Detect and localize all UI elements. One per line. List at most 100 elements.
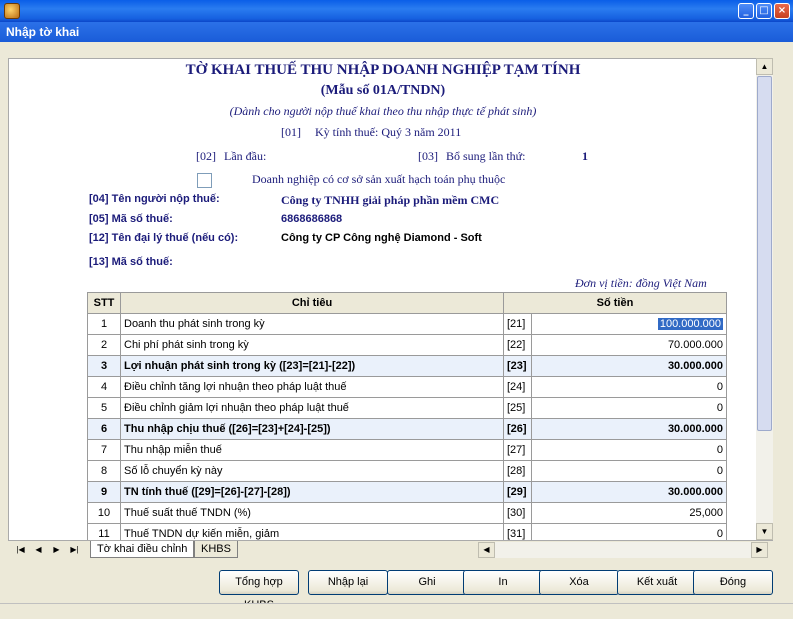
row-code: [22] — [503, 334, 532, 356]
row-stt: 8 — [87, 460, 121, 482]
row-stt: 3 — [87, 355, 121, 377]
tax-table: STT Chỉ tiêu Số tiền 1 Doanh thu phát si… — [87, 292, 727, 540]
row-amount-input[interactable]: 0 — [531, 460, 727, 482]
row-label: Thuế TNDN dự kiến miễn, giảm — [120, 523, 504, 540]
row-label: Thuế suất thuế TNDN (%) — [120, 502, 504, 524]
row-amount-input[interactable]: 0 — [531, 397, 727, 419]
row-amount-input[interactable]: 100.000.000 — [657, 318, 723, 330]
window-title: Nhập tờ khai — [0, 22, 793, 42]
delete-button[interactable]: Xóa — [539, 570, 619, 595]
row-code: [25] — [503, 397, 532, 419]
supp-value: 1 — [582, 149, 588, 163]
scroll-right-icon[interactable]: ▶ — [751, 542, 768, 558]
row-amount-value: 30.000.000 — [531, 355, 727, 377]
currency-note: Đơn vị tiền: đồng Việt Nam — [575, 276, 707, 290]
close-button[interactable]: Đóng — [693, 570, 773, 595]
row-stt: 10 — [87, 502, 121, 524]
form-number: (Mẫu số 01A/TNDN) — [320, 83, 446, 98]
supp-label: Bổ sung lần thứ: — [446, 149, 526, 163]
row-code: [26] — [503, 418, 532, 440]
print-button[interactable]: In — [463, 570, 543, 595]
scroll-down-icon[interactable]: ▼ — [756, 523, 773, 540]
row-code: [28] — [503, 460, 532, 482]
maximize-icon[interactable]: □ — [756, 3, 772, 19]
period-code: [01] — [281, 125, 301, 139]
table-row: 2 Chi phí phát sinh trong kỳ [22] 70.000… — [87, 334, 727, 356]
form-panel: TỜ KHAI THUẾ THU NHẬP DOANH NGHIỆP TẠM T… — [8, 58, 756, 540]
row-stt: 2 — [87, 334, 121, 356]
taxpayer-name-label: [04] Tên người nộp thuế: — [89, 193, 220, 205]
row-amount-value: 30.000.000 — [531, 418, 727, 440]
row-stt: 9 — [87, 481, 121, 503]
status-bar — [0, 603, 793, 619]
row-amount-input[interactable]: 0 — [531, 523, 727, 540]
table-header: STT Chỉ tiêu Số tiền — [87, 292, 727, 314]
branch-checkbox[interactable] — [197, 173, 212, 188]
row-stt: 6 — [87, 418, 121, 440]
supp-code: [03] — [418, 149, 438, 163]
row-amount-value: 30.000.000 — [531, 481, 727, 503]
agent-name-label: [12] Tên đại lý thuế (nếu có): — [89, 232, 239, 244]
sheet-tab-bar: |◀ ◀ ▶ ▶| Tờ khai điều chỉnh KHBS ◀ ▶ — [8, 540, 773, 558]
close-icon[interactable]: × — [774, 3, 790, 19]
tax-id-value: 6868686868 — [281, 213, 343, 225]
action-buttons: Tổng hợp KHBS Nhập lại Ghi In Xóa Kết xu… — [0, 570, 793, 611]
table-row: 11 Thuế TNDN dự kiến miễn, giảm [31] 0 — [87, 523, 727, 540]
form-title: TỜ KHAI THUẾ THU NHẬP DOANH NGHIỆP TẠM T… — [185, 62, 581, 78]
row-stt: 1 — [87, 313, 121, 335]
next-sheet-icon[interactable]: ▶ — [50, 543, 63, 556]
row-label: TN tính thuế ([29]=[26]-[27]-[28]) — [120, 481, 504, 503]
summary-khbs-button[interactable]: Tổng hợp KHBS — [219, 570, 299, 611]
tab-khbs[interactable]: KHBS — [194, 541, 238, 558]
row-code: [29] — [503, 481, 532, 503]
prev-sheet-icon[interactable]: ◀ — [32, 543, 45, 556]
save-button[interactable]: Ghi — [387, 570, 467, 595]
reenter-button[interactable]: Nhập lại — [308, 570, 388, 595]
scroll-thumb[interactable] — [757, 76, 772, 431]
table-row: 6 Thu nhập chịu thuế ([26]=[23]+[24]-[25… — [87, 418, 727, 440]
header-stt: STT — [87, 292, 121, 314]
row-code: [30] — [503, 502, 532, 524]
row-stt: 11 — [87, 523, 121, 540]
form-subtitle: (Dành cho người nộp thuế khai theo thu n… — [229, 104, 537, 118]
row-stt: 5 — [87, 397, 121, 419]
minimize-icon[interactable]: _ — [738, 3, 754, 19]
horizontal-scrollbar[interactable]: ◀ ▶ — [478, 542, 768, 558]
agent-tax-id-label: [13] Mã số thuế: — [89, 256, 173, 268]
row-stt: 4 — [87, 376, 121, 398]
row-label: Điều chỉnh giảm lợi nhuận theo pháp luật… — [120, 397, 504, 419]
row-label: Số lỗ chuyển kỳ này — [120, 460, 504, 482]
first-label: Lần đầu: — [224, 149, 267, 163]
scroll-up-icon[interactable]: ▲ — [756, 58, 773, 75]
export-button[interactable]: Kết xuất — [617, 570, 697, 595]
row-amount-cell[interactable]: 100.000.000 — [531, 313, 727, 335]
row-label: Doanh thu phát sinh trong kỳ — [120, 313, 504, 335]
vertical-scrollbar[interactable]: ▲ ▼ — [756, 58, 773, 540]
table-row: 9 TN tính thuế ([29]=[26]-[27]-[28]) [29… — [87, 481, 727, 503]
row-stt: 7 — [87, 439, 121, 461]
tab-to-khai-dieu-chinh[interactable]: Tờ khai điều chỉnh — [90, 541, 195, 558]
last-sheet-icon[interactable]: ▶| — [68, 543, 81, 556]
row-amount-input[interactable]: 0 — [531, 439, 727, 461]
table-row: 3 Lợi nhuận phát sinh trong kỳ ([23]=[21… — [87, 355, 727, 377]
period-label: Kỳ tính thuế: Quý 3 năm 2011 — [315, 125, 462, 139]
app-icon[interactable] — [4, 3, 20, 19]
first-sheet-icon[interactable]: |◀ — [14, 543, 27, 556]
agent-name-value: Công ty CP Công nghệ Diamond - Soft — [281, 232, 482, 244]
taxpayer-name-value: Công ty TNHH giải pháp phần mềm CMC — [281, 193, 500, 207]
header-amount: Số tiền — [503, 292, 727, 314]
row-label: Thu nhập miễn thuế — [120, 439, 504, 461]
row-code: [24] — [503, 376, 532, 398]
table-row: 4 Điều chỉnh tăng lợi nhuận theo pháp lu… — [87, 376, 727, 398]
scroll-left-icon[interactable]: ◀ — [478, 542, 495, 558]
row-label: Chi phí phát sinh trong kỳ — [120, 334, 504, 356]
row-code: [27] — [503, 439, 532, 461]
row-amount-input[interactable]: 0 — [531, 376, 727, 398]
row-amount-input[interactable]: 70.000.000 — [531, 334, 727, 356]
row-code: [31] — [503, 523, 532, 540]
tax-id-label: [05] Mã số thuế: — [89, 213, 173, 225]
row-label: Điều chỉnh tăng lợi nhuận theo pháp luật… — [120, 376, 504, 398]
row-amount-input[interactable]: 25,000 — [531, 502, 727, 524]
table-row: 7 Thu nhập miễn thuế [27] 0 — [87, 439, 727, 461]
row-label: Thu nhập chịu thuế ([26]=[23]+[24]-[25]) — [120, 418, 504, 440]
